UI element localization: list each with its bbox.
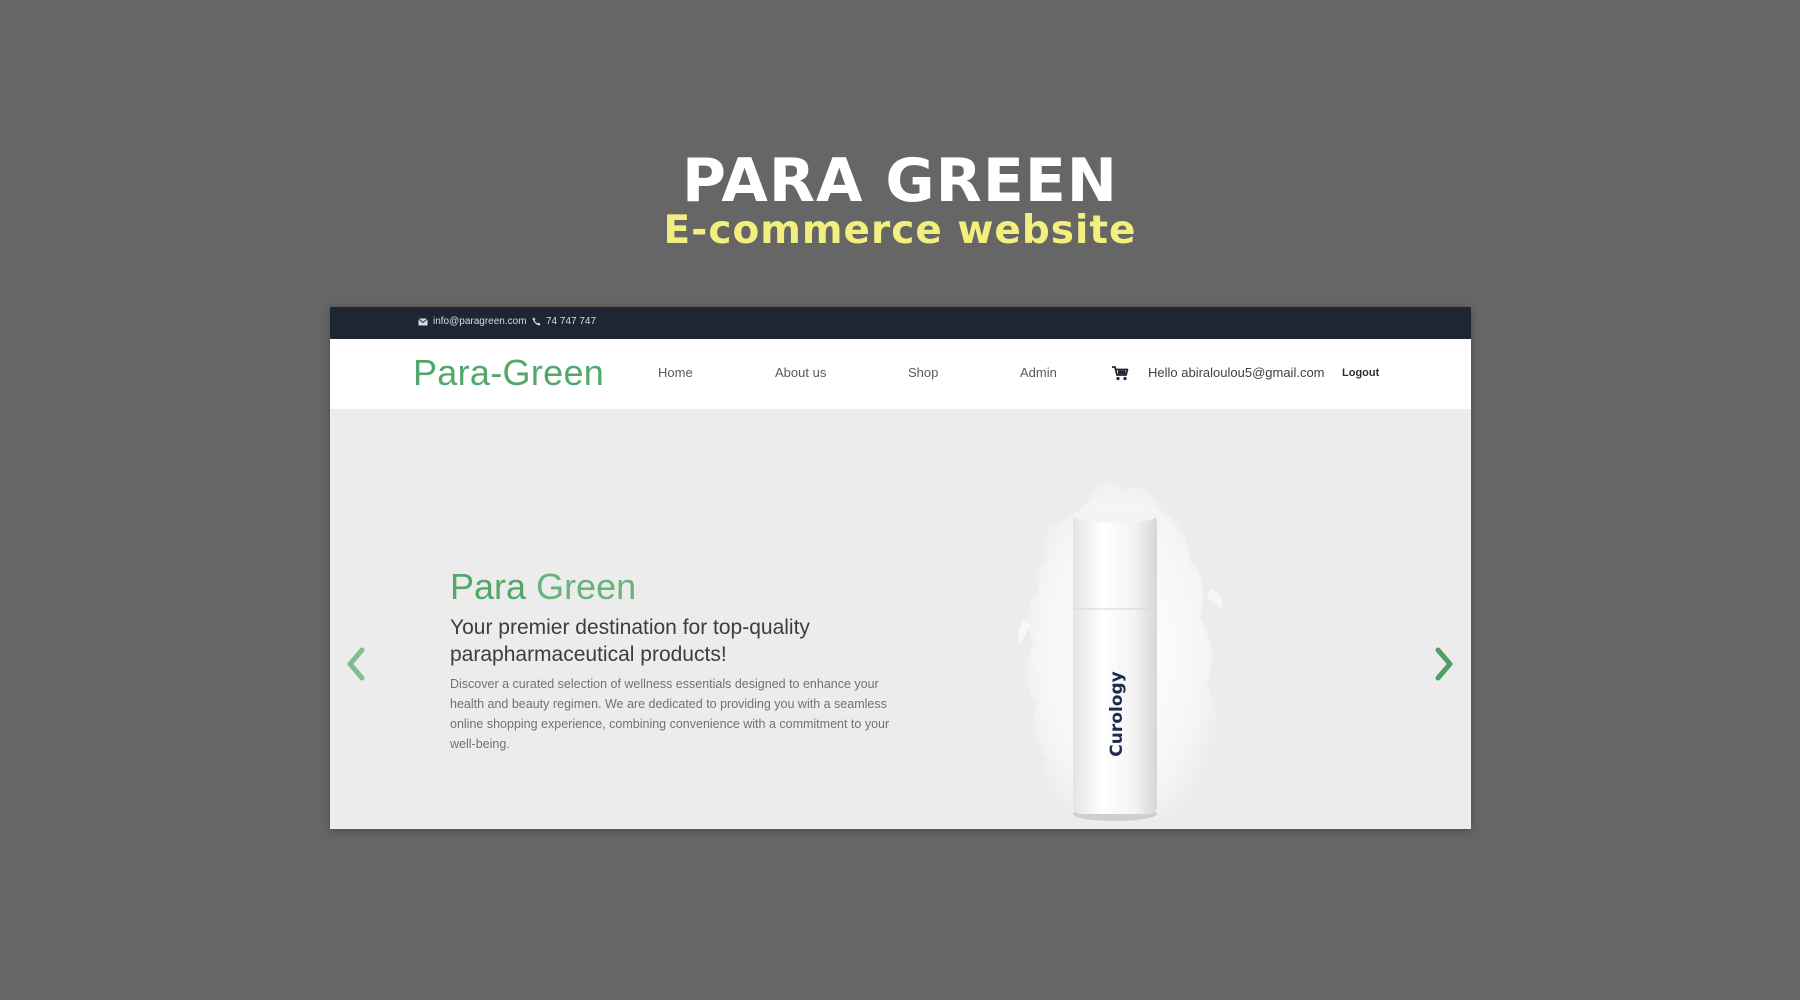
website-screenshot: info@paragreen.com 74 747 747 Para-Green… [330,307,1471,829]
product-image: Curology [985,469,1245,829]
hero-carousel: Para Green Your premier destination for … [330,409,1471,829]
phone-icon [532,317,541,326]
nav-admin[interactable]: Admin [1020,365,1057,381]
email-contact[interactable]: info@paragreen.com [418,316,527,327]
phone-contact[interactable]: 74 747 747 [532,316,596,327]
phone-text: 74 747 747 [546,316,597,327]
chevron-right-icon[interactable] [1430,644,1458,684]
main-navbar: Para-Green Home About us Shop Admin Hell… [330,339,1471,409]
brand-logo[interactable]: Para-Green [413,351,604,395]
presentation-subtitle: E-commerce website [663,208,1137,253]
email-text: info@paragreen.com [433,316,527,327]
hero-title: Para Green [450,566,636,608]
nav-about-us[interactable]: About us [775,365,826,381]
nav-shop[interactable]: Shop [908,365,938,381]
chevron-left-icon[interactable] [342,644,370,684]
top-contact-bar: info@paragreen.com 74 747 747 [330,307,1471,339]
hero-heading: Your premier destination for top-quality… [450,616,810,666]
logout-button[interactable]: Logout [1342,366,1379,380]
nav-home[interactable]: Home [658,365,693,381]
product-label: Curology [1107,671,1127,756]
hero-title-primary: Para [450,566,527,607]
hero-description: Discover a curated selection of wellness… [450,677,890,751]
envelope-icon [418,317,428,326]
cart-icon[interactable] [1111,365,1129,381]
user-greeting: Hello abiraloulou5@gmail.com [1148,365,1325,380]
hero-title-secondary: Green [536,566,637,607]
